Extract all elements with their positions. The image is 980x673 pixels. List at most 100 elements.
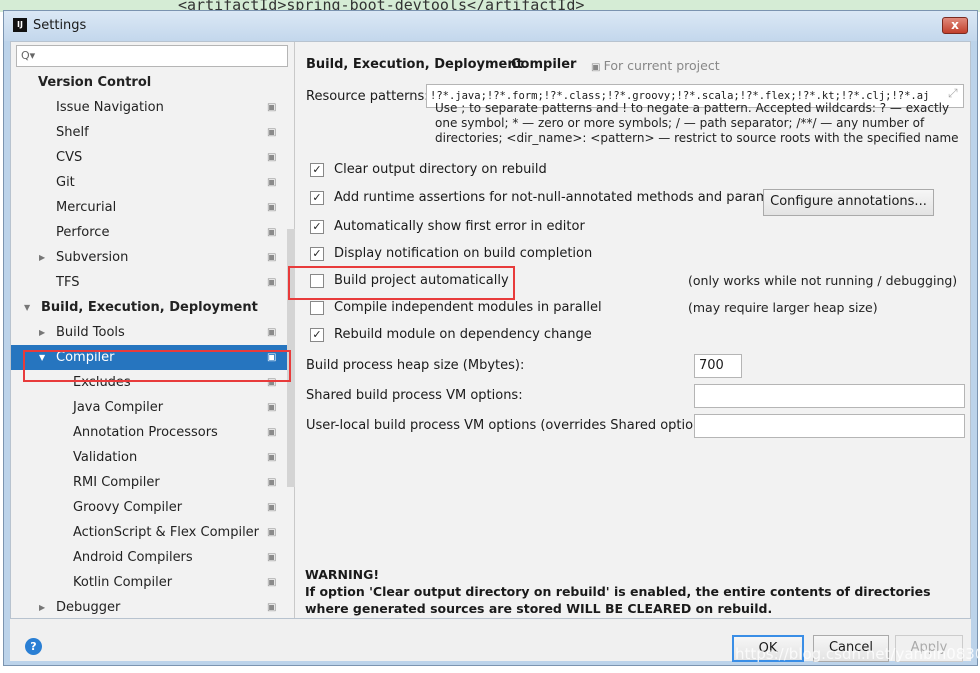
sidebar-item-label: Mercurial: [56, 200, 117, 215]
sidebar-item-label: Perforce: [56, 225, 110, 240]
project-scope-icon: ▣: [267, 252, 277, 263]
checkbox-label: Display notification on build completion: [334, 246, 593, 261]
sidebar-item-build-tools[interactable]: ▶ Build Tools ▣: [11, 320, 295, 345]
window-title: Settings: [33, 18, 87, 33]
sidebar-item-label: Kotlin Compiler: [73, 575, 173, 590]
sidebar-item-label: Groovy Compiler: [73, 500, 183, 515]
project-scope-icon: ▣: [267, 452, 277, 463]
sidebar-item-label: ActionScript & Flex Compiler: [73, 525, 260, 540]
settings-dialog: IJ Settings x Q▾ Version Control Issue Na…: [3, 10, 978, 666]
settings-tree: Q▾ Version Control Issue Navigation ▣ Shelf…: [11, 42, 295, 618]
sidebar-item-label: Android Compilers: [73, 550, 193, 565]
checkbox-label: Rebuild module on dependency change: [334, 327, 592, 342]
sidebar-item-android-compilers[interactable]: Android Compilers ▣: [11, 545, 295, 570]
sidebar-item-debugger[interactable]: ▶ Debugger ▣: [11, 595, 295, 620]
sidebar-item-java-compiler[interactable]: Java Compiler ▣: [11, 395, 295, 420]
project-scope-icon: ▣: [267, 177, 277, 188]
sidebar-item-label: Shelf: [56, 125, 89, 140]
chevron-right-icon[interactable]: ▶: [39, 595, 45, 620]
sidebar-item-label: Debugger: [56, 600, 121, 615]
resource-patterns-label: Resource patterns:: [306, 89, 429, 104]
sidebar-item-label: RMI Compiler: [73, 475, 160, 490]
resource-patterns-hint: Use ; to separate patterns and ! to nega…: [435, 101, 959, 145]
intellij-logo-icon: IJ: [13, 18, 27, 32]
checkbox[interactable]: ✓: [310, 247, 324, 261]
project-scope-icon: ▣: [267, 152, 277, 163]
sidebar-item-annotation-processors[interactable]: Annotation Processors ▣: [11, 420, 295, 445]
sidebar-item-label: TFS: [56, 275, 80, 290]
checkbox-label: Compile independent modules in parallel: [334, 300, 602, 315]
project-scope-icon: ▣: [267, 277, 277, 288]
checkbox[interactable]: ✓: [310, 328, 324, 342]
expand-icon[interactable]: ⤢: [948, 86, 958, 101]
chevron-right-icon[interactable]: ▶: [39, 245, 45, 270]
compiler-settings-panel: Build, Execution, Deployment › Compiler …: [288, 42, 971, 618]
chevron-down-icon[interactable]: ▼: [24, 295, 30, 320]
sidebar-item-label: Issue Navigation: [56, 100, 164, 115]
checkbox[interactable]: ✓: [310, 191, 324, 205]
checkbox-label: Add runtime assertions for not-null-anno…: [334, 190, 802, 205]
sidebar-item-build-execution-deployment[interactable]: ▼ Build, Execution, Deployment: [11, 295, 295, 320]
sidebar-item-label: Git: [56, 175, 75, 190]
checkbox[interactable]: ✓: [310, 163, 324, 177]
sidebar-item-actionscript-flex-compiler[interactable]: ActionScript & Flex Compiler ▣: [11, 520, 295, 545]
sidebar-item-label: Subversion: [56, 250, 129, 265]
breadcrumb-current: Compiler: [511, 57, 577, 72]
sidebar-item-label: Build, Execution, Deployment: [41, 300, 258, 315]
sidebar-item-cvs[interactable]: CVS ▣: [11, 145, 295, 170]
sidebar-item-rmi-compiler[interactable]: RMI Compiler ▣: [11, 470, 295, 495]
sidebar-item-label: Java Compiler: [73, 400, 164, 415]
highlight-box-compiler: [23, 350, 291, 382]
warning-title: WARNING!: [305, 567, 380, 582]
configure-annotations-button[interactable]: Configure annotations...: [763, 189, 934, 216]
sidebar-item-subversion[interactable]: ▶ Subversion ▣: [11, 245, 295, 270]
project-scope-icon: ▣: [267, 477, 277, 488]
project-scope-icon: ▣: [267, 227, 277, 238]
sidebar-item-perforce[interactable]: Perforce ▣: [11, 220, 295, 245]
user-vm-options-label: User-local build process VM options (ove…: [306, 418, 718, 433]
project-scope-icon: ▣: [267, 127, 277, 138]
option-note: (only works while not running / debuggin…: [688, 273, 958, 288]
search-input[interactable]: Q▾: [16, 45, 288, 67]
sidebar-item-label: Annotation Processors: [73, 425, 218, 440]
option-note: (may require larger heap size): [688, 300, 878, 315]
checkbox[interactable]: [310, 301, 324, 315]
sidebar-item-label: Build Tools: [56, 325, 125, 340]
sidebar-item-tfs[interactable]: TFS ▣: [11, 270, 295, 295]
sidebar-item-mercurial[interactable]: Mercurial ▣: [11, 195, 295, 220]
project-scope-icon: ▣: [267, 602, 277, 613]
project-scope-icon: ▣: [267, 502, 277, 513]
help-icon[interactable]: ?: [25, 638, 42, 655]
highlight-box-build-automatically: [288, 266, 515, 300]
chevron-right-icon[interactable]: ▶: [39, 320, 45, 345]
checkbox-label: Clear output directory on rebuild: [334, 162, 547, 177]
dialog-content: Q▾ Version Control Issue Navigation ▣ Shelf…: [10, 41, 971, 619]
shared-vm-options-label: Shared build process VM options:: [306, 388, 523, 403]
sidebar-item-issue-navigation[interactable]: Issue Navigation ▣: [11, 95, 295, 120]
warning-message: WARNING! If option 'Clear output directo…: [305, 566, 965, 617]
project-scope-icon: ▣: [267, 427, 277, 438]
project-scope-icon: ▣: [267, 577, 277, 588]
heap-size-label: Build process heap size (Mbytes):: [306, 358, 525, 373]
sidebar-item-groovy-compiler[interactable]: Groovy Compiler ▣: [11, 495, 295, 520]
project-scope-icon: ▣: [267, 327, 277, 338]
sidebar-item-version-control[interactable]: Version Control: [11, 70, 295, 95]
checkbox[interactable]: ✓: [310, 220, 324, 234]
sidebar-item-kotlin-compiler[interactable]: Kotlin Compiler ▣: [11, 570, 295, 595]
project-scope-icon: ▣: [267, 102, 277, 113]
title-bar: IJ Settings x: [4, 11, 977, 41]
checkbox-label: Automatically show first error in editor: [334, 219, 585, 234]
shared-vm-options-input[interactable]: [694, 384, 965, 408]
close-button[interactable]: x: [942, 17, 968, 34]
sidebar-item-git[interactable]: Git ▣: [11, 170, 295, 195]
warning-text: If option 'Clear output directory on reb…: [305, 584, 931, 616]
for-current-project-text: For current project: [603, 58, 720, 73]
sidebar-item-label: CVS: [56, 150, 83, 165]
heap-size-input[interactable]: 700: [694, 354, 742, 378]
sidebar-item-validation[interactable]: Validation ▣: [11, 445, 295, 470]
sidebar-item-shelf[interactable]: Shelf ▣: [11, 120, 295, 145]
watermark: https://blog.csdn.net/yanbin0830: [735, 645, 980, 663]
user-vm-options-input[interactable]: [694, 414, 965, 438]
sidebar-item-label: Version Control: [38, 75, 152, 90]
project-scope-icon: ▣: [267, 202, 277, 213]
